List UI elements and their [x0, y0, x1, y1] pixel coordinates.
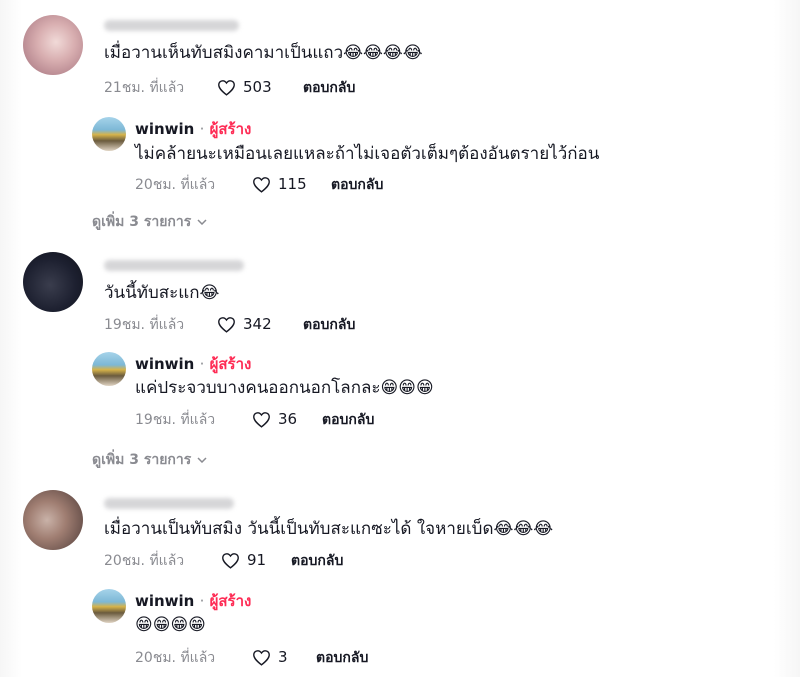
- reply-button[interactable]: ตอบกลับ: [303, 78, 355, 98]
- heart-outline-icon[interactable]: [252, 649, 271, 666]
- reply-button[interactable]: ตอบกลับ: [316, 648, 368, 668]
- like-button[interactable]: 342: [217, 314, 272, 334]
- creator-avatar[interactable]: [92, 352, 126, 386]
- commenter-name-redacted[interactable]: [104, 260, 244, 271]
- reply-timestamp: 19ชม. ที่แล้ว: [135, 412, 216, 428]
- like-button[interactable]: 3: [252, 647, 288, 667]
- laughing-emoji: 😂😂😂😂: [343, 43, 423, 63]
- reply-text: 😁😁😁😁: [135, 614, 206, 636]
- heart-outline-icon[interactable]: [252, 176, 271, 193]
- reply-author[interactable]: winwin · ผู้สร้าง: [135, 354, 251, 374]
- creator-badge: ผู้สร้าง: [209, 355, 252, 373]
- view-more-replies[interactable]: ดูเพิ่ม 3 รายการ: [92, 212, 207, 232]
- comment-text: เมื่อวานเห็นทับสมิงคามาเป็นแถว😂😂😂😂: [104, 43, 423, 63]
- reply-author[interactable]: winwin · ผู้สร้าง: [135, 591, 251, 611]
- like-button[interactable]: 91: [221, 550, 266, 570]
- heart-outline-icon[interactable]: [221, 552, 240, 569]
- like-button[interactable]: 36: [252, 409, 297, 429]
- laughing-emoji: 😂: [199, 283, 220, 303]
- edge-vignette: [0, 0, 800, 677]
- chevron-down-icon[interactable]: [197, 457, 207, 463]
- creator-badge: ผู้สร้าง: [209, 120, 252, 138]
- reply-button[interactable]: ตอบกลับ: [331, 175, 383, 195]
- reply-text: แค่ประจวบบางคนออกนอกโลกละ😁😁😁: [135, 378, 434, 398]
- chevron-down-icon[interactable]: [197, 219, 207, 225]
- like-count: 91: [247, 551, 267, 569]
- like-count: 3: [278, 648, 288, 666]
- reply-timestamp: 20ชม. ที่แล้ว: [135, 177, 216, 193]
- reply-text: ไม่คล้ายนะเหมือนเลยแหละถ้าไม่เจอตัวเต็มๆ…: [135, 144, 600, 164]
- commenter-avatar[interactable]: [23, 252, 83, 312]
- comment-timestamp: 20ชม. ที่แล้ว: [104, 553, 185, 569]
- reply-timestamp: 20ชม. ที่แล้ว: [135, 650, 216, 666]
- like-count: 115: [278, 175, 307, 193]
- creator-avatar[interactable]: [92, 589, 126, 623]
- heart-outline-icon[interactable]: [217, 316, 236, 333]
- commenter-avatar[interactable]: [23, 490, 83, 550]
- creator-badge: ผู้สร้าง: [209, 592, 252, 610]
- like-count: 503: [243, 78, 272, 96]
- like-button[interactable]: 115: [252, 174, 307, 194]
- reply-button[interactable]: ตอบกลับ: [303, 315, 355, 335]
- like-count: 36: [278, 410, 298, 428]
- reply-button[interactable]: ตอบกลับ: [291, 551, 343, 571]
- commenter-avatar[interactable]: [23, 15, 83, 75]
- laughing-emoji: 😂😂😂: [493, 519, 554, 539]
- comment-timestamp: 21ชม. ที่แล้ว: [104, 80, 185, 96]
- heart-outline-icon[interactable]: [252, 411, 271, 428]
- grinning-emoji: 😁😁😁: [380, 378, 434, 398]
- grinning-emoji: 😁😁😁😁: [135, 615, 206, 635]
- comment-text: เมื่อวานเป็นทับสมิง วันนี้เป็นทับสะแกซะไ…: [104, 519, 554, 539]
- comment-text: วันนี้ทับสะแก😂: [104, 283, 220, 303]
- reply-button[interactable]: ตอบกลับ: [322, 410, 374, 430]
- commenter-name-redacted[interactable]: [104, 20, 239, 31]
- comment-timestamp: 19ชม. ที่แล้ว: [104, 317, 185, 333]
- view-more-replies[interactable]: ดูเพิ่ม 3 รายการ: [92, 450, 207, 470]
- heart-outline-icon[interactable]: [217, 79, 236, 96]
- creator-avatar[interactable]: [92, 117, 126, 151]
- reply-author[interactable]: winwin · ผู้สร้าง: [135, 119, 251, 139]
- like-count: 342: [243, 315, 272, 333]
- like-button[interactable]: 503: [217, 77, 272, 97]
- commenter-name-redacted[interactable]: [104, 498, 234, 509]
